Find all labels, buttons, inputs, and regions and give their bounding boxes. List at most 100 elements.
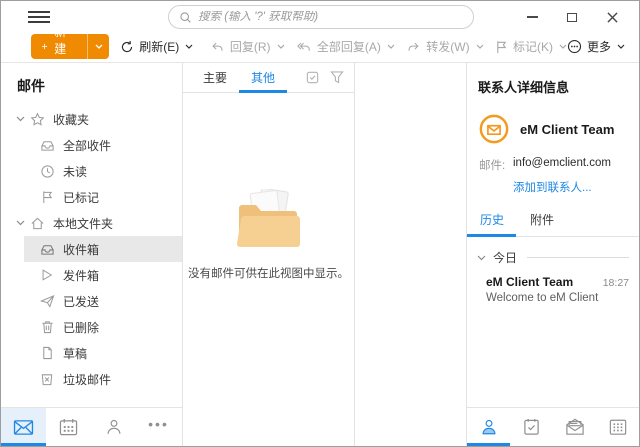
sidebar-item-sent[interactable]: 已发送 — [1, 288, 182, 314]
sidebar-item-favorites[interactable]: 收藏夹 — [1, 106, 182, 132]
sidebar-item-label: 全部收件 — [63, 137, 111, 154]
more-icon — [567, 39, 582, 54]
chevron-down-icon — [95, 44, 103, 49]
mail-sidebar: 邮件 收藏夹 全部收件 未读 已标记 — [1, 63, 182, 446]
app-window: 新建(N) 刷新(E) 回复(R) 全部回复(A) 转发(W) — [0, 0, 640, 447]
tab-history[interactable]: 历史 — [478, 211, 506, 236]
calendar-icon — [59, 418, 78, 436]
history-group-label: 今日 — [493, 249, 517, 266]
forward-button[interactable]: 转发(W) — [406, 38, 483, 55]
widget-mail-open[interactable] — [553, 408, 596, 446]
sidebar-item-flagged[interactable]: 已标记 — [1, 184, 182, 210]
empty-state: 没有邮件可供在此视图中显示。 — [183, 93, 354, 446]
search-icon — [179, 11, 192, 24]
widget-tasks[interactable] — [510, 408, 553, 446]
filter-icon[interactable] — [330, 70, 344, 85]
star-icon — [30, 112, 45, 127]
empty-state-text: 没有邮件可供在此视图中显示。 — [188, 265, 349, 281]
contact-email: info@emclient.com — [513, 157, 611, 173]
widget-agenda[interactable] — [596, 408, 639, 446]
sidebar-item-label: 未读 — [63, 163, 87, 180]
history-item[interactable]: eM Client Team 18:27 Welcome to eM Clien… — [467, 266, 639, 304]
more-button[interactable]: 更多 — [567, 38, 625, 55]
sidebar-item-outbox[interactable]: 发件箱 — [1, 262, 182, 288]
refresh-icon — [120, 40, 134, 54]
tab-other-label: 其他 — [251, 69, 275, 86]
sidebar-item-label: 已发送 — [63, 293, 99, 310]
task-check-icon — [523, 418, 540, 436]
inbox-icon — [40, 138, 55, 152]
reading-pane — [355, 63, 466, 446]
toolbar: 新建(N) 刷新(E) 回复(R) 全部回复(A) 转发(W) — [1, 33, 639, 62]
reply-icon — [210, 40, 225, 54]
contact-name: eM Client Team — [520, 122, 614, 137]
add-to-contacts-link[interactable]: 添加到联系人... — [467, 173, 639, 195]
reply-all-button[interactable]: 全部回复(A) — [296, 38, 395, 55]
document-icon — [41, 346, 54, 360]
chevron-down-icon — [16, 220, 25, 226]
sidebar-item-all-inboxes[interactable]: 全部收件 — [1, 132, 182, 158]
tab-attachments[interactable]: 附件 — [528, 211, 556, 236]
chevron-down-icon — [277, 44, 285, 49]
sidebar-item-label: 收件箱 — [63, 241, 99, 258]
home-icon — [30, 216, 45, 231]
sidebar-item-junk[interactable]: 垃圾邮件 — [1, 366, 182, 392]
tab-primary-label: 主要 — [203, 69, 227, 86]
tab-primary[interactable]: 主要 — [191, 63, 239, 92]
sidebar-item-trash[interactable]: 已删除 — [1, 314, 182, 340]
contact-card: eM Client Team — [467, 96, 639, 144]
menu-icon[interactable] — [28, 8, 50, 26]
nav-calendar[interactable] — [46, 408, 91, 446]
widget-contact[interactable] — [467, 408, 510, 446]
title-bar — [1, 1, 639, 33]
select-mode-icon[interactable] — [305, 70, 320, 85]
chevron-down-icon — [387, 44, 395, 49]
sidebar-item-label: 已标记 — [63, 189, 99, 206]
flag-button[interactable]: 标记(K) — [495, 38, 567, 55]
forward-icon — [406, 40, 421, 54]
folder-tree: 收藏夹 全部收件 未读 已标记 本地文件夹 — [1, 106, 182, 407]
sidebar-item-label: 本地文件夹 — [53, 215, 113, 232]
chevron-down-icon — [477, 255, 486, 261]
contact-detail-panel: 联系人详细信息 eM Client Team 邮件: info@emclient… — [467, 63, 639, 446]
contact-panel-title: 联系人详细信息 — [467, 63, 639, 96]
empty-folder-icon — [233, 189, 305, 251]
new-button[interactable]: 新建(N) — [31, 34, 109, 59]
new-dropdown[interactable] — [87, 34, 109, 59]
nav-more[interactable]: ••• — [136, 408, 181, 446]
junk-icon — [40, 372, 54, 386]
open-envelope-icon — [565, 418, 585, 436]
nav-contacts[interactable] — [91, 408, 136, 446]
chevron-down-icon — [185, 44, 193, 49]
tab-attachments-label: 附件 — [530, 213, 554, 227]
sidebar-item-local-folders[interactable]: 本地文件夹 — [1, 210, 182, 236]
sidebar-item-unread[interactable]: 未读 — [1, 158, 182, 184]
search-input[interactable] — [198, 11, 463, 23]
sidebar-title: 邮件 — [1, 63, 182, 106]
sidebar-item-inbox[interactable]: 收件箱 — [1, 236, 182, 262]
history-item-sender: eM Client Team — [486, 275, 603, 289]
history-group-today[interactable]: 今日 — [467, 237, 639, 266]
minimize-button[interactable] — [525, 10, 539, 24]
search-box[interactable] — [168, 5, 474, 29]
contact-tabs: 历史 附件 — [467, 211, 639, 237]
nav-mail[interactable] — [1, 408, 46, 446]
more-label: 更多 — [587, 38, 611, 55]
window-controls — [525, 10, 639, 24]
reply-all-label: 全部回复(A) — [317, 38, 381, 55]
tab-other[interactable]: 其他 — [239, 63, 287, 92]
agenda-grid-icon — [609, 418, 627, 436]
trash-icon — [41, 320, 54, 334]
reply-button[interactable]: 回复(R) — [210, 38, 285, 55]
sidebar-item-label: 草稿 — [63, 345, 87, 362]
person-icon — [480, 418, 498, 436]
refresh-button[interactable]: 刷新(E) — [120, 38, 193, 55]
maximize-button[interactable] — [565, 10, 579, 24]
sidebar-item-label: 发件箱 — [63, 267, 99, 284]
close-icon — [607, 12, 618, 23]
close-button[interactable] — [605, 10, 619, 24]
history-item-subject: Welcome to eM Client — [486, 292, 629, 304]
flag-label: 标记(K) — [513, 38, 553, 55]
sidebar-item-drafts[interactable]: 草稿 — [1, 340, 182, 366]
chevron-down-icon — [559, 44, 567, 49]
